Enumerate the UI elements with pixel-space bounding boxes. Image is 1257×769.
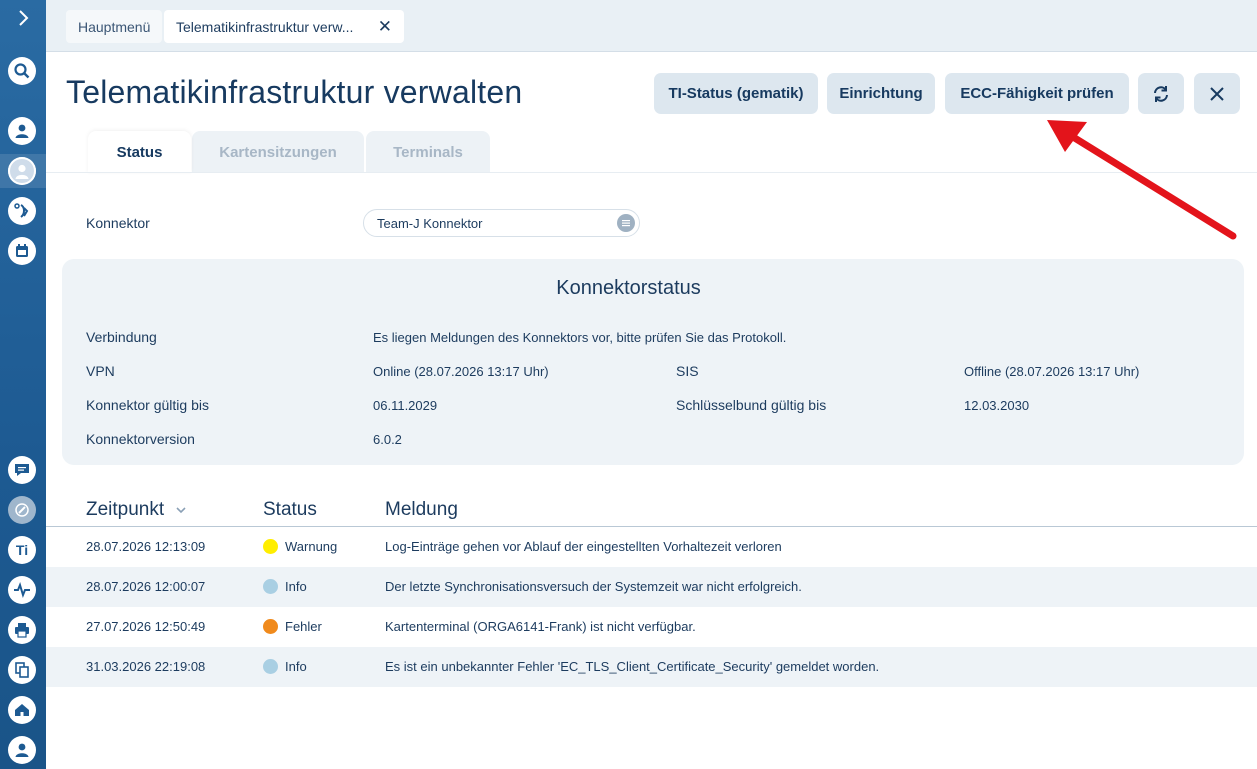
connector-valid-value: 06.11.2029 <box>373 398 438 413</box>
sidebar: Ti <box>0 0 46 769</box>
printer-icon[interactable] <box>8 616 36 644</box>
refresh-button[interactable] <box>1138 73 1184 114</box>
row-message: Kartenterminal (ORGA6141-Frank) ist nich… <box>385 619 696 634</box>
chevron-right-icon[interactable] <box>13 8 33 28</box>
table-row[interactable]: 28.07.2026 12:00:07 Info Der letzte Sync… <box>46 567 1257 607</box>
row-time: 28.07.2026 12:13:09 <box>86 539 206 554</box>
ecc-check-button[interactable]: ECC-Fähigkeit prüfen <box>945 73 1129 114</box>
connector-version-label: Konnektorversion <box>86 431 195 447</box>
calendar-icon[interactable] <box>8 237 36 265</box>
connector-status-title: Konnektorstatus <box>556 277 701 299</box>
connection-value: Es liegen Meldungen des Konnektors vor, … <box>373 330 787 345</box>
status-warning-dot-icon <box>263 539 278 554</box>
setup-button[interactable]: Einrichtung <box>827 73 935 114</box>
tab-telematik[interactable]: Telematikinfrastruktur verw... ✕ <box>164 10 404 43</box>
sis-label: SIS <box>676 363 699 379</box>
notes-icon[interactable] <box>8 496 36 524</box>
status-info-dot-icon <box>263 659 278 674</box>
sis-value: Offline (28.07.2026 13:17 Uhr) <box>964 364 1140 379</box>
tab-card-sessions[interactable]: Kartensitzungen <box>192 131 364 173</box>
column-header-message[interactable]: Meldung <box>385 499 458 521</box>
close-button[interactable] <box>1194 73 1240 114</box>
table-row[interactable]: 31.03.2026 22:19:08 Info Es ist ein unbe… <box>46 647 1257 687</box>
refresh-icon <box>1154 85 1168 102</box>
status-info-dot-icon <box>263 579 278 594</box>
row-status: Info <box>285 659 307 674</box>
connector-select-value: Team-J Konnektor <box>377 215 483 231</box>
close-tab-icon[interactable]: ✕ <box>378 17 392 37</box>
tab-main-menu[interactable]: Hauptmenü <box>66 10 163 43</box>
message-icon[interactable] <box>8 456 36 484</box>
user-icon[interactable] <box>8 736 36 764</box>
ti-status-button[interactable]: TI-Status (gematik) <box>654 73 818 114</box>
vpn-label: VPN <box>86 363 115 379</box>
treatment-icon[interactable] <box>8 197 36 225</box>
close-icon <box>1210 86 1224 101</box>
list-menu-icon[interactable] <box>617 214 635 232</box>
tab-telematik-label: Telematikinfrastruktur verw... <box>176 18 354 35</box>
row-time: 27.07.2026 12:50:49 <box>86 619 206 634</box>
tab-status[interactable]: Status <box>88 131 191 173</box>
row-time: 28.07.2026 12:00:07 <box>86 579 206 594</box>
connector-valid-label: Konnektor gültig bis <box>86 397 209 413</box>
table-row[interactable]: 27.07.2026 12:50:49 Fehler Kartentermina… <box>46 607 1257 647</box>
connection-label: Verbindung <box>86 329 157 345</box>
home-icon[interactable] <box>8 696 36 724</box>
row-message: Der letzte Synchronisationsversuch der S… <box>385 579 802 594</box>
tab-terminals[interactable]: Terminals <box>366 131 490 173</box>
page-title: Telematikinfrastruktur verwalten <box>66 74 523 110</box>
vpn-value: Online (28.07.2026 13:17 Uhr) <box>373 364 549 379</box>
column-header-status[interactable]: Status <box>263 499 317 521</box>
heartbeat-icon[interactable] <box>8 576 36 604</box>
connector-version-value: 6.0.2 <box>373 432 402 447</box>
row-status: Warnung <box>285 539 338 554</box>
row-message: Es ist ein unbekannter Fehler 'EC_TLS_Cl… <box>385 659 880 674</box>
row-message: Log-Einträge gehen vor Ablauf der einges… <box>385 539 782 554</box>
documents-icon[interactable] <box>8 656 36 684</box>
search-icon[interactable] <box>8 57 36 85</box>
row-time: 31.03.2026 22:19:08 <box>86 659 206 674</box>
subtab-divider <box>46 172 1257 173</box>
status-error-dot-icon <box>263 619 278 634</box>
keyring-valid-value: 12.03.2030 <box>964 398 1030 413</box>
window-tab-strip: Hauptmenü Telematikinfrastruktur verw...… <box>46 0 1257 52</box>
row-status: Info <box>285 579 307 594</box>
column-header-time[interactable]: Zeitpunkt <box>86 499 187 521</box>
keyring-valid-label: Schlüsselbund gültig bis <box>676 397 827 413</box>
connector-select[interactable]: Team-J Konnektor <box>363 209 640 237</box>
chevron-down-icon <box>176 507 187 514</box>
connector-label: Konnektor <box>86 215 150 231</box>
patient-icon[interactable] <box>8 117 36 145</box>
table-row[interactable]: 28.07.2026 12:13:09 Warnung Log-Einträge… <box>46 527 1257 567</box>
row-status: Fehler <box>285 619 322 634</box>
annotation-arrow-icon <box>1047 120 1237 240</box>
patient-profile-icon[interactable] <box>8 157 36 185</box>
telematik-icon[interactable]: Ti <box>8 536 36 564</box>
